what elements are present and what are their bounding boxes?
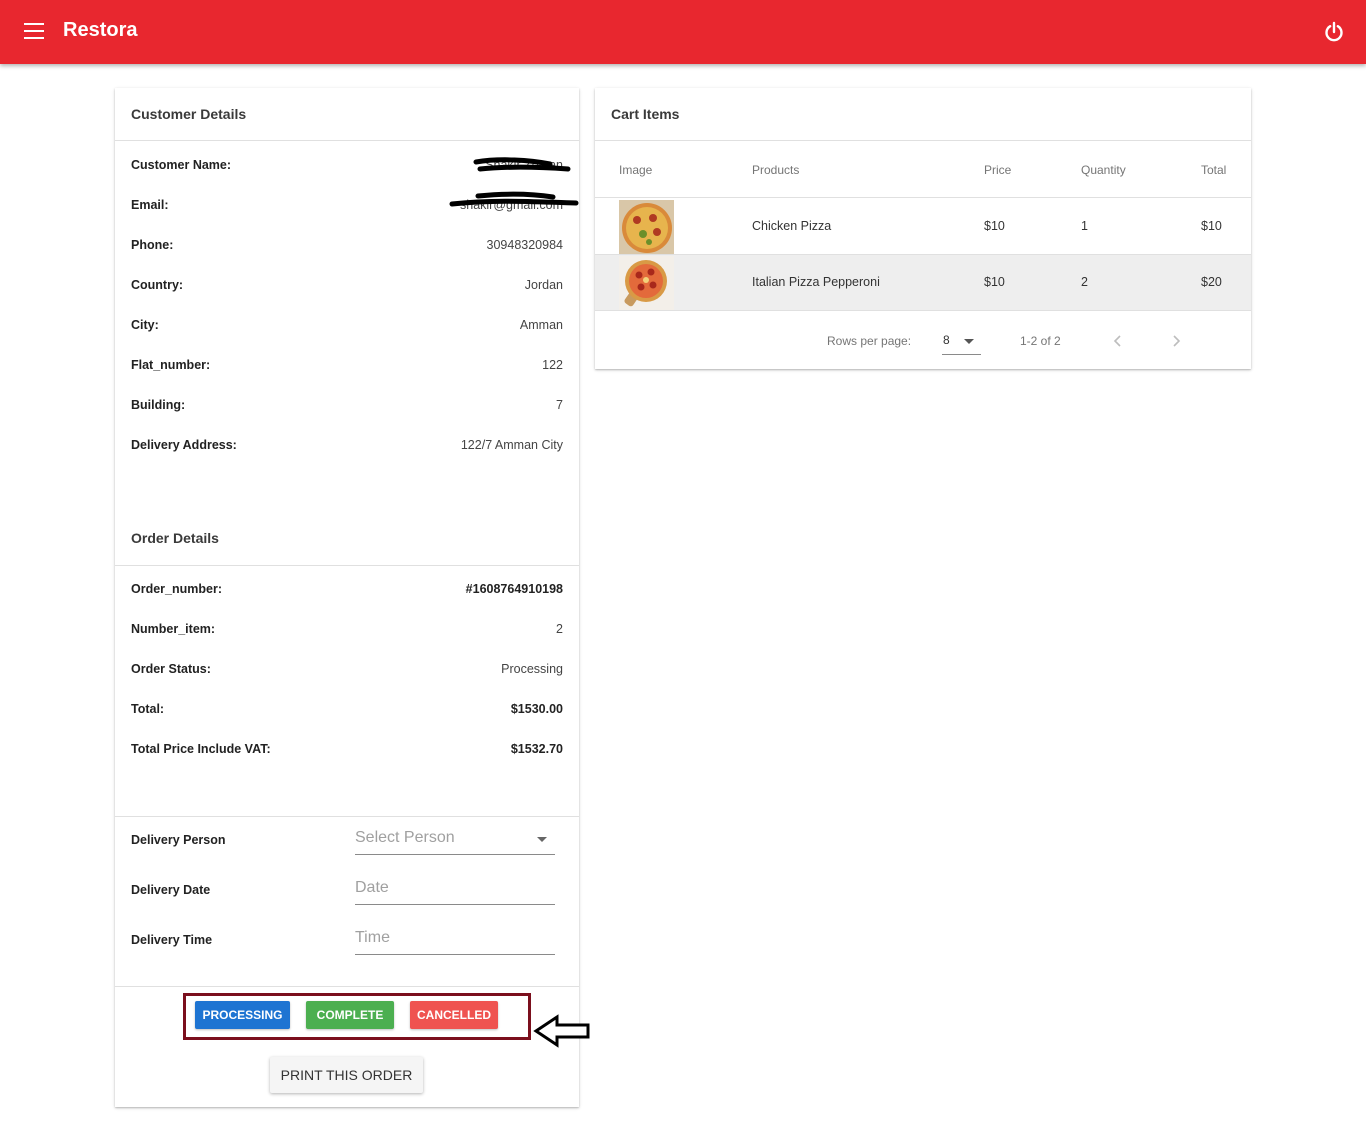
pizza-image [619,256,674,310]
column-quantity: Quantity [1081,163,1126,177]
total-value: $1530.00 [510,702,563,716]
delivery-person-select[interactable]: Select Person [355,825,555,855]
order-number-row: Order_number: #1608764910198 [131,582,563,602]
order-status-value: Processing [501,662,563,676]
total-vat-label: Total Price Include VAT: [131,742,271,756]
pizza-image [619,200,674,254]
processing-button[interactable]: PROCESSING [195,1001,290,1029]
cart-table-header: Image Products Price Quantity Total [595,141,1251,198]
order-number-value: #1608764910198 [465,582,563,596]
country-label: Country: [131,278,184,292]
app-bar: Restora [0,0,1366,64]
chevron-right-icon[interactable] [1165,330,1187,352]
city-row: City: Amman [131,318,563,338]
product-quantity: 2 [1081,275,1088,289]
column-total: Total [1201,163,1227,177]
delivery-date-placeholder: Date [355,879,389,896]
order-status-label: Order Status: [131,662,211,676]
customer-order-card: Customer Details Customer Name: Shakir Z… [115,88,579,1107]
total-vat-value: $1532.70 [510,742,563,756]
flat-number-value: 122 [542,358,563,372]
arrow-left-icon [533,1014,590,1048]
delivery-time-placeholder: Time [355,929,390,946]
order-number-label: Order_number: [131,582,222,596]
rows-per-page-value: 8 [943,333,950,347]
product-name: Chicken Pizza [752,219,832,233]
redaction-mark [449,191,579,207]
country-row: Country: Jordan [131,278,563,298]
number-item-label: Number_item: [131,622,216,636]
cart-items-card: Cart Items Image Products Price Quantity… [595,88,1251,369]
delivery-date-input[interactable]: Date [355,875,555,905]
table-pagination: Rows per page: 8 1-2 of 2 [595,310,1251,368]
chevron-down-icon [964,339,974,344]
column-price: Price [984,163,1012,177]
product-total: $10 [1201,219,1222,233]
delivery-date-label: Delivery Date [131,883,211,897]
chevron-left-icon[interactable] [1107,330,1129,352]
chevron-down-icon [537,837,547,842]
product-total: $20 [1201,275,1222,289]
city-label: City: [131,318,159,332]
app-title: Restora [63,19,138,41]
cart-items-header: Cart Items [595,88,1251,141]
product-quantity: 1 [1081,219,1088,233]
actions-divider [115,986,579,987]
total-row: Total: $1530.00 [131,702,563,722]
delivery-address-row: Delivery Address: 122/7 Amman City [131,438,563,458]
complete-button[interactable]: COMPLETE [306,1001,394,1029]
order-divider [115,565,579,566]
phone-row: Phone: 30948320984 [131,238,563,258]
city-value: Amman [519,318,563,332]
building-label: Building: [131,398,186,412]
column-image: Image [619,163,653,177]
phone-label: Phone: [131,238,174,252]
power-icon[interactable] [1322,20,1346,44]
flat-number-label: Flat_number: [131,358,211,372]
customer-details-header: Customer Details [115,88,579,141]
delivery-address-label: Delivery Address: [131,438,237,452]
rows-per-page-label: Rows per page: [827,334,912,348]
cancelled-button[interactable]: CANCELLED [410,1001,498,1029]
delivery-person-placeholder: Select Person [355,829,455,846]
delivery-person-label: Delivery Person [131,833,226,847]
rows-per-page-select[interactable]: 8 [942,331,981,355]
product-price: $10 [984,275,1005,289]
customer-name-label: Customer Name: [131,158,232,172]
table-row[interactable]: Chicken Pizza $10 1 $10 [595,199,1251,255]
building-value: 7 [556,398,563,412]
product-name: Italian Pizza Pepperoni [752,275,880,289]
delivery-divider [115,816,579,817]
country-value: Jordan [524,278,563,292]
phone-value: 30948320984 [486,238,563,252]
email-label: Email: [131,198,169,212]
print-order-button[interactable]: PRINT THIS ORDER [270,1057,423,1093]
product-price: $10 [984,219,1005,233]
menu-icon[interactable] [24,23,44,41]
pagination-range: 1-2 of 2 [1020,334,1061,348]
total-label: Total: [131,702,165,716]
redaction-mark [473,157,571,172]
table-row[interactable]: Italian Pizza Pepperoni $10 2 $20 [595,255,1251,311]
order-status-row: Order Status: Processing [131,662,563,682]
building-row: Building: 7 [131,398,563,418]
delivery-time-label: Delivery Time [131,933,213,947]
delivery-address-value: 122/7 Amman City [460,438,563,452]
flat-number-row: Flat_number: 122 [131,358,563,378]
total-vat-row: Total Price Include VAT: $1532.70 [131,742,563,762]
number-item-value: 2 [556,622,563,636]
delivery-time-input[interactable]: Time [355,925,555,955]
column-products: Products [752,163,800,177]
order-details-header: Order Details [131,530,219,546]
number-item-row: Number_item: 2 [131,622,563,642]
